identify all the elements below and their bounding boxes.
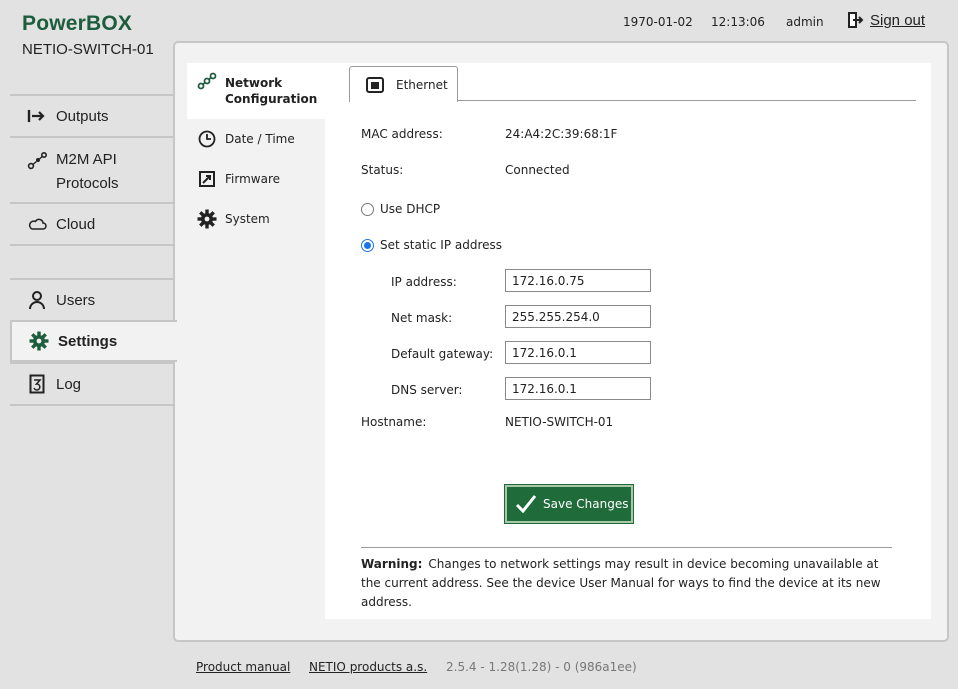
warning-divider (361, 547, 892, 548)
brand-title: PowerBOX (22, 12, 133, 35)
dhcp-radio[interactable] (361, 202, 374, 216)
ip-address-input[interactable] (505, 269, 651, 292)
tab-label: Ethernet (396, 77, 448, 92)
subnav-item-firmware[interactable]: Firmware (187, 159, 325, 199)
nav-item-log[interactable]: Log (10, 362, 175, 404)
settings-subnav: Network Configuration Date / Time Firmwar… (187, 63, 325, 239)
outputs-arrow-icon (26, 105, 48, 127)
top-user: admin (786, 15, 824, 29)
mac-label: MAC address: (361, 127, 443, 141)
status-value: Connected (505, 163, 570, 177)
network-nodes-icon (26, 150, 48, 172)
log-icon (26, 373, 48, 395)
hostname-label: Hostname: (361, 415, 427, 429)
gear-icon (28, 330, 50, 352)
nav-item-users[interactable]: Users (10, 278, 175, 320)
nav-label: Log (56, 375, 82, 393)
footer-product-manual-link[interactable]: Product manual (196, 660, 290, 674)
nav-item-cloud[interactable]: Cloud (10, 202, 175, 244)
footer-version: 2.5.4 - 1.28(1.28) - 0 (986a1ee) (446, 660, 637, 674)
network-config-content: Ethernet MAC address: 24:A4:2C:39:68:1F … (325, 63, 931, 619)
gateway-label: Default gateway: (391, 347, 494, 361)
net-mask-input[interactable] (505, 305, 651, 328)
subnav-label: Network Configuration (225, 75, 317, 107)
dhcp-radio-row[interactable]: Use DHCP (361, 202, 440, 216)
network-nodes-icon (197, 71, 217, 91)
subnav-label-line2: Configuration (225, 92, 318, 106)
sign-out-label: Sign out (870, 11, 926, 29)
subnav-label: Date / Time (225, 132, 295, 146)
warning-title: Warning: (361, 557, 423, 571)
subnav-label: System (225, 212, 270, 226)
nav-item-settings[interactable]: Settings (10, 320, 177, 362)
nav-label-line2: Protocols (56, 175, 119, 192)
gear-icon (197, 209, 217, 229)
nav-label: Users (56, 291, 96, 309)
dns-server-input[interactable] (505, 377, 651, 400)
nav-spacer (10, 244, 175, 278)
ethernet-port-icon (366, 76, 384, 93)
nav-label: M2M API Protocols (56, 148, 119, 196)
subnav-item-network[interactable]: Network Configuration (187, 63, 325, 119)
nav-label: Cloud (56, 215, 96, 233)
sign-out-icon (846, 11, 864, 29)
top-date: 1970-01-02 (623, 15, 693, 29)
static-ip-label: Set static IP address (380, 238, 503, 252)
subnav-label: Firmware (225, 172, 280, 186)
static-ip-radio[interactable] (361, 238, 374, 252)
main-nav: Outputs M2M API Protocols Cloud Users Set… (10, 94, 177, 406)
subnav-item-system[interactable]: System (187, 199, 325, 239)
static-ip-radio-row[interactable]: Set static IP address (361, 238, 502, 252)
nav-divider (10, 404, 175, 406)
ip-label: IP address: (391, 275, 457, 289)
nav-label: Settings (58, 332, 118, 350)
status-label: Status: (361, 163, 404, 177)
hostname-value: NETIO-SWITCH-01 (505, 415, 614, 429)
checkmark-icon (515, 494, 537, 514)
save-changes-button[interactable]: Save Changes (504, 484, 634, 524)
sign-out-link[interactable]: Sign out (846, 11, 925, 29)
dhcp-label: Use DHCP (380, 202, 441, 216)
warning-message: Warning: Changes to network settings may … (361, 555, 901, 612)
warning-text: Changes to network settings may result i… (361, 557, 881, 609)
nav-item-outputs[interactable]: Outputs (10, 94, 175, 136)
firmware-icon (197, 169, 217, 189)
default-gateway-input[interactable] (505, 341, 651, 364)
tab-ethernet[interactable]: Ethernet (349, 66, 458, 102)
nav-item-m2m-api[interactable]: M2M API Protocols (10, 136, 175, 202)
user-icon (26, 289, 48, 311)
top-time: 12:13:06 (711, 15, 765, 29)
subnav-label-line1: Network (225, 76, 283, 90)
mac-value: 24:A4:2C:39:68:1F (505, 127, 618, 141)
device-name: NETIO-SWITCH-01 (22, 41, 154, 58)
cloud-icon (26, 213, 48, 235)
save-changes-label: Save Changes (543, 497, 629, 511)
nav-label-line1: M2M API (56, 151, 117, 168)
mask-label: Net mask: (391, 311, 453, 325)
clock-icon (197, 129, 217, 149)
nav-label: Outputs (56, 107, 109, 125)
subnav-item-datetime[interactable]: Date / Time (187, 119, 325, 159)
footer-company-link[interactable]: NETIO products a.s. (309, 660, 427, 674)
dns-label: DNS server: (391, 383, 463, 397)
